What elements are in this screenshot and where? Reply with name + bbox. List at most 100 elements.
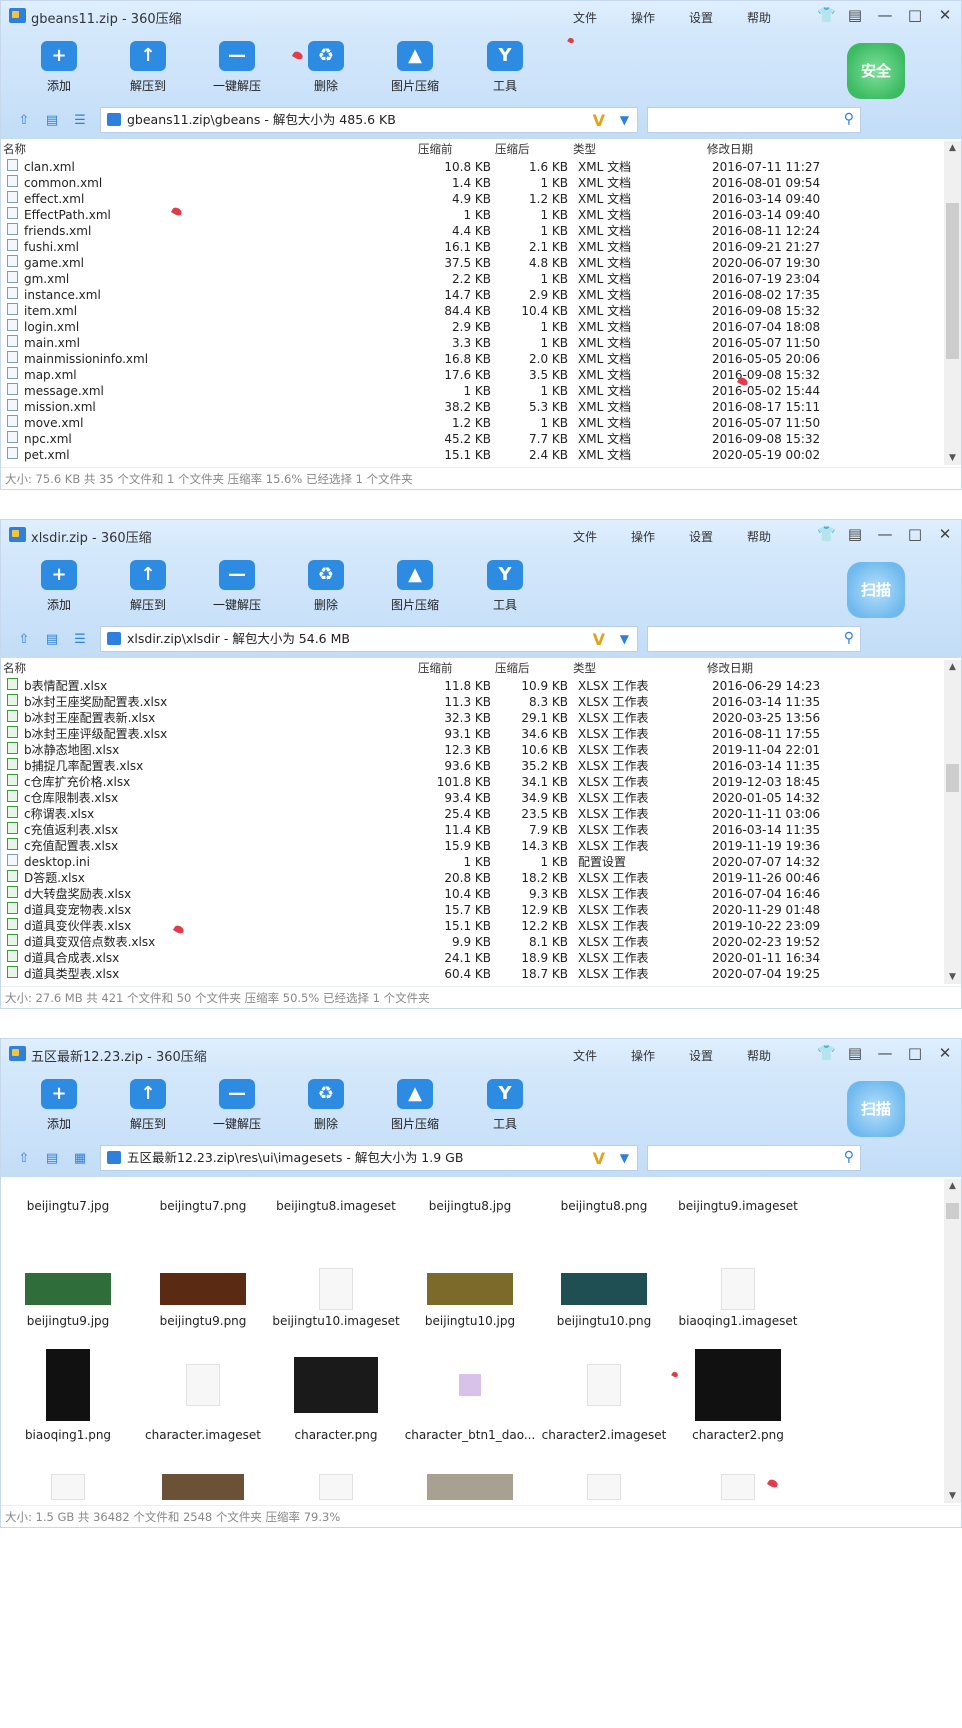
image-thumbnail[interactable]: [427, 1474, 513, 1500]
thumbnail-item[interactable]: character2.png: [671, 1428, 805, 1442]
scan-badge[interactable]: 扫描: [847, 1081, 905, 1137]
scrollbar[interactable]: ▲ ▼: [944, 1179, 961, 1503]
thumbnail-item[interactable]: beijingtu9.png: [136, 1314, 270, 1328]
table-row[interactable]: d大转盘奖励表.xlsx 10.4 KB 9.3 KB XLSX 工作表 2016-07…: [1, 886, 851, 902]
col-date[interactable]: 修改日期: [707, 660, 753, 676]
minimize-button[interactable]: —: [877, 1043, 893, 1063]
up-icon[interactable]: ⇧: [15, 1150, 33, 1168]
col-type[interactable]: 类型: [573, 141, 596, 157]
image-compress-button[interactable]: ▲ 图片压缩: [370, 560, 460, 613]
table-row[interactable]: d道具类型表.xlsx 60.4 KB 18.7 KB XLSX 工作表 2020-07…: [1, 966, 851, 982]
table-row[interactable]: D答题.xlsx 20.8 KB 18.2 KB XLSX 工作表 2019-11-26…: [1, 870, 851, 886]
thumbnail-item[interactable]: beijingtu8.imageset: [269, 1199, 403, 1213]
scroll-up-icon[interactable]: ▲: [944, 660, 961, 674]
table-row[interactable]: d道具合成表.xlsx 24.1 KB 18.9 KB XLSX 工作表 2020-01…: [1, 950, 851, 966]
skin-icon[interactable]: 👕: [817, 1043, 836, 1063]
col-date[interactable]: 修改日期: [707, 141, 753, 157]
image-thumbnail[interactable]: [427, 1273, 513, 1305]
thumbnail-item[interactable]: beijingtu8.jpg: [403, 1199, 537, 1213]
thumbnail-item[interactable]: biaoqing1.imageset: [671, 1314, 805, 1328]
table-row[interactable]: EffectPath.xml 1 KB 1 KB XML 文档 2016-03-14 0…: [1, 207, 851, 223]
table-row[interactable]: common.xml 1.4 KB 1 KB XML 文档 2016-08-01 09:…: [1, 175, 851, 191]
image-compress-button[interactable]: ▲ 图片压缩: [370, 1079, 460, 1132]
feedback-icon[interactable]: ▤: [847, 1043, 863, 1063]
col-type[interactable]: 类型: [573, 660, 596, 676]
document-icon[interactable]: [587, 1474, 621, 1500]
minimize-button[interactable]: —: [877, 524, 893, 544]
document-icon[interactable]: [587, 1364, 621, 1406]
search-input[interactable]: ⚲: [647, 1145, 861, 1171]
list-view-icon[interactable]: ▤: [43, 631, 61, 649]
table-row[interactable]: map.xml 17.6 KB 3.5 KB XML 文档 2016-09-08 15:…: [1, 367, 851, 383]
image-thumbnail[interactable]: [25, 1273, 111, 1305]
add-button[interactable]: + 添加: [14, 560, 104, 613]
skin-icon[interactable]: 👕: [817, 524, 836, 544]
table-row[interactable]: clan.xml 10.8 KB 1.6 KB XML 文档 2016-07-11 11…: [1, 159, 851, 175]
scrollbar[interactable]: ▲ ▼: [944, 660, 961, 984]
scroll-thumb[interactable]: [946, 1203, 959, 1219]
menu-settings[interactable]: 设置: [689, 9, 713, 26]
table-row[interactable]: b冰静态地图.xlsx 12.3 KB 10.6 KB XLSX 工作表 2019-11…: [1, 742, 851, 758]
image-thumbnail[interactable]: [459, 1374, 481, 1396]
scroll-up-icon[interactable]: ▲: [944, 1179, 961, 1193]
table-row[interactable]: b表情配置.xlsx 11.8 KB 10.9 KB XLSX 工作表 2016-06-…: [1, 678, 851, 694]
thumbnail-item[interactable]: character.png: [269, 1428, 403, 1442]
table-row[interactable]: mainmissioninfo.xml 16.8 KB 2.0 KB XML 文档 20…: [1, 351, 851, 367]
col-name[interactable]: 名称: [3, 660, 26, 676]
list-view-icon[interactable]: ▤: [43, 112, 61, 130]
image-compress-button[interactable]: ▲ 图片压缩: [370, 41, 460, 94]
table-row[interactable]: b冰封王座奖励配置表.xlsx 11.3 KB 8.3 KB XLSX 工作表 2016…: [1, 694, 851, 710]
delete-button[interactable]: ♻ 删除: [281, 560, 371, 613]
table-row[interactable]: gm.xml 2.2 KB 1 KB XML 文档 2016-07-19 23:04: [1, 271, 851, 287]
thumbnail-item[interactable]: beijingtu10.jpg: [403, 1314, 537, 1328]
table-row[interactable]: instance.xml 14.7 KB 2.9 KB XML 文档 2016-08-0…: [1, 287, 851, 303]
v-icon[interactable]: V: [593, 1147, 605, 1170]
search-input[interactable]: ⚲: [647, 626, 861, 652]
table-row[interactable]: npc.xml 45.2 KB 7.7 KB XML 文档 2016-09-08 15:…: [1, 431, 851, 447]
menu-settings[interactable]: 设置: [689, 528, 713, 545]
menu-file[interactable]: 文件: [573, 9, 597, 26]
thumbnail-item[interactable]: character_btn1_dao...: [403, 1428, 537, 1442]
document-icon[interactable]: [51, 1474, 85, 1500]
table-row[interactable]: d道具变伙伴表.xlsx 15.1 KB 12.2 KB XLSX 工作表 2019-1…: [1, 918, 851, 934]
menu-help[interactable]: 帮助: [747, 1047, 771, 1064]
path-field[interactable]: 五区最新12.23.zip\res\ui\imagesets - 解包大小为 1…: [100, 1145, 638, 1171]
tools-button[interactable]: Y 工具: [460, 1079, 550, 1132]
table-row[interactable]: effect.xml 4.9 KB 1.2 KB XML 文档 2016-03-14 0…: [1, 191, 851, 207]
quick-extract-button[interactable]: — 一键解压: [192, 41, 282, 94]
list-view-icon[interactable]: ▤: [43, 1150, 61, 1168]
table-row[interactable]: message.xml 1 KB 1 KB XML 文档 2016-05-02 15:4…: [1, 383, 851, 399]
menu-help[interactable]: 帮助: [747, 528, 771, 545]
maximize-button[interactable]: □: [907, 5, 923, 25]
col-name[interactable]: 名称: [3, 141, 26, 157]
scroll-down-icon[interactable]: ▼: [944, 970, 961, 984]
scrollbar[interactable]: ▲ ▼: [944, 141, 961, 465]
menu-file[interactable]: 文件: [573, 1047, 597, 1064]
up-icon[interactable]: ⇧: [15, 631, 33, 649]
menu-help[interactable]: 帮助: [747, 9, 771, 26]
table-row[interactable]: login.xml 2.9 KB 1 KB XML 文档 2016-07-04 18:0…: [1, 319, 851, 335]
scroll-down-icon[interactable]: ▼: [944, 1489, 961, 1503]
image-thumbnail[interactable]: [160, 1273, 246, 1305]
table-row[interactable]: main.xml 3.3 KB 1 KB XML 文档 2016-05-07 11:50: [1, 335, 851, 351]
extract-to-button[interactable]: ↑ 解压到: [103, 41, 193, 94]
table-row[interactable]: c仓库扩充价格.xlsx 101.8 KB 34.1 KB XLSX 工作表 2019-…: [1, 774, 851, 790]
image-thumbnail[interactable]: [294, 1357, 378, 1413]
menu-settings[interactable]: 设置: [689, 1047, 713, 1064]
search-input[interactable]: ⚲: [647, 107, 861, 133]
add-button[interactable]: + 添加: [14, 1079, 104, 1132]
col-before[interactable]: 压缩前: [418, 660, 453, 676]
quick-extract-button[interactable]: — 一键解压: [192, 1079, 282, 1132]
extract-to-button[interactable]: ↑ 解压到: [103, 1079, 193, 1132]
thumbnail-item[interactable]: beijingtu7.jpg: [1, 1199, 135, 1213]
table-row[interactable]: c充值配置表.xlsx 15.9 KB 14.3 KB XLSX 工作表 2019-11…: [1, 838, 851, 854]
thumbnail-item[interactable]: character2.imageset: [537, 1428, 671, 1442]
security-badge[interactable]: 安全: [847, 43, 905, 99]
image-thumbnail[interactable]: [695, 1349, 781, 1421]
table-row[interactable]: friends.xml 4.4 KB 1 KB XML 文档 2016-08-11 12…: [1, 223, 851, 239]
menu-file[interactable]: 文件: [573, 528, 597, 545]
table-row[interactable]: b冰封王座评级配置表.xlsx 93.1 KB 34.6 KB XLSX 工作表 201…: [1, 726, 851, 742]
document-icon[interactable]: [319, 1268, 353, 1310]
skin-icon[interactable]: 👕: [817, 5, 836, 25]
tools-button[interactable]: Y 工具: [460, 41, 550, 94]
